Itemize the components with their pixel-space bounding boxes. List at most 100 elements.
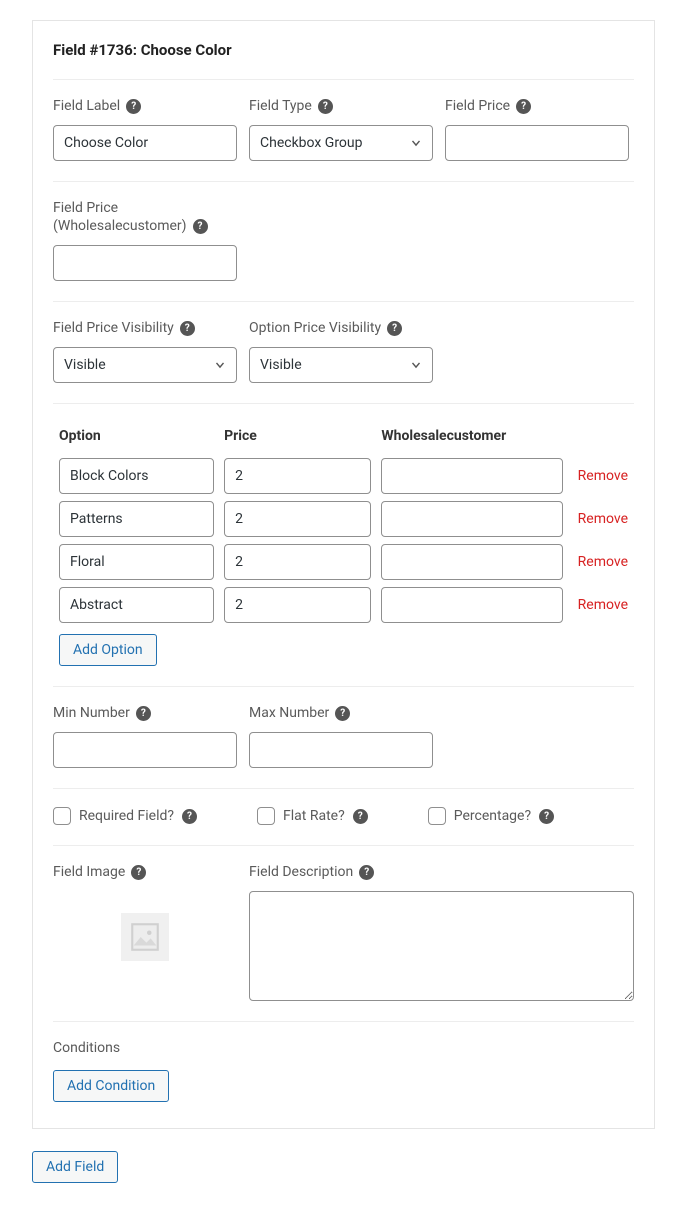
divider bbox=[53, 301, 634, 302]
option-price-input[interactable] bbox=[224, 544, 371, 580]
help-icon[interactable]: ? bbox=[539, 809, 554, 824]
help-icon[interactable]: ? bbox=[516, 99, 531, 114]
option-name-input[interactable] bbox=[59, 501, 214, 537]
option-name-input[interactable] bbox=[59, 458, 214, 494]
options-table: Option Price Wholesalecustomer RemoveRem… bbox=[53, 422, 634, 666]
min-number-group: Min Number ? bbox=[53, 705, 237, 768]
help-icon[interactable]: ? bbox=[193, 219, 208, 234]
option-price-visibility-select[interactable]: Visible bbox=[249, 347, 433, 383]
image-placeholder-icon[interactable] bbox=[121, 913, 169, 961]
field-description-group: Field Description ? bbox=[249, 864, 634, 1001]
max-number-group: Max Number ? bbox=[249, 705, 433, 768]
field-price-visibility-group: Field Price Visibility ? Visible bbox=[53, 320, 237, 383]
required-field-checkbox[interactable] bbox=[53, 807, 71, 825]
options-header-price: Price bbox=[224, 428, 371, 444]
remove-option-link[interactable]: Remove bbox=[573, 468, 628, 484]
help-icon[interactable]: ? bbox=[126, 99, 141, 114]
option-name-input[interactable] bbox=[59, 587, 214, 623]
help-icon[interactable]: ? bbox=[387, 321, 402, 336]
field-price-visibility-label: Field Price Visibility ? bbox=[53, 320, 237, 336]
max-number-input[interactable] bbox=[249, 732, 433, 768]
min-number-label: Min Number ? bbox=[53, 705, 237, 721]
field-description-textarea[interactable] bbox=[249, 891, 634, 1001]
percentage-checkbox[interactable] bbox=[428, 807, 446, 825]
options-header-blank bbox=[573, 428, 628, 444]
option-name-input[interactable] bbox=[59, 544, 214, 580]
option-wholesale-input[interactable] bbox=[381, 501, 563, 537]
help-icon[interactable]: ? bbox=[318, 99, 333, 114]
min-number-input[interactable] bbox=[53, 732, 237, 768]
field-price-visibility-select-wrap: Visible bbox=[53, 347, 237, 383]
field-type-select-wrap: Checkbox Group bbox=[249, 125, 433, 161]
remove-option-link[interactable]: Remove bbox=[573, 511, 628, 527]
option-wholesale-input[interactable] bbox=[381, 458, 563, 494]
option-row: Remove bbox=[59, 544, 628, 580]
options-header-wholesale: Wholesalecustomer bbox=[381, 428, 563, 444]
remove-option-link[interactable]: Remove bbox=[573, 597, 628, 613]
outer-actions: Add Field bbox=[32, 1151, 655, 1183]
option-wholesale-input[interactable] bbox=[381, 544, 563, 580]
row-wholesale-price: Field Price (Wholesalecustomer) ? bbox=[53, 200, 634, 281]
field-price-group: Field Price ? bbox=[445, 98, 629, 161]
field-label-group: Field Label ? bbox=[53, 98, 237, 161]
max-number-label: Max Number ? bbox=[249, 705, 433, 721]
option-price-visibility-select-wrap: Visible bbox=[249, 347, 433, 383]
field-type-select[interactable]: Checkbox Group bbox=[249, 125, 433, 161]
field-price-visibility-select[interactable]: Visible bbox=[53, 347, 237, 383]
option-row: Remove bbox=[59, 587, 628, 623]
remove-option-link[interactable]: Remove bbox=[573, 554, 628, 570]
field-type-group: Field Type ? Checkbox Group bbox=[249, 98, 433, 161]
help-icon[interactable]: ? bbox=[136, 706, 151, 721]
label-text: Field Type bbox=[249, 98, 312, 114]
flat-rate-checkbox[interactable] bbox=[257, 807, 275, 825]
label-text: Option Price Visibility bbox=[249, 320, 381, 336]
divider bbox=[53, 181, 634, 182]
divider bbox=[53, 403, 634, 404]
field-price-input[interactable] bbox=[445, 125, 629, 161]
label-text: Min Number bbox=[53, 705, 130, 721]
help-icon[interactable]: ? bbox=[180, 321, 195, 336]
percentage-check-item: Percentage? ? bbox=[428, 807, 554, 825]
row-basic: Field Label ? Field Type ? Checkbox Grou… bbox=[53, 98, 634, 161]
options-header-option: Option bbox=[59, 428, 214, 444]
divider bbox=[53, 1021, 634, 1022]
option-price-input[interactable] bbox=[224, 458, 371, 494]
add-option-wrap: Add Option bbox=[53, 630, 634, 666]
add-option-button[interactable]: Add Option bbox=[59, 634, 157, 666]
option-price-visibility-group: Option Price Visibility ? Visible bbox=[249, 320, 433, 383]
option-price-visibility-label: Option Price Visibility ? bbox=[249, 320, 433, 336]
field-price-wholesale-input[interactable] bbox=[53, 245, 237, 281]
required-field-check-item: Required Field? ? bbox=[53, 807, 197, 825]
help-icon[interactable]: ? bbox=[353, 809, 368, 824]
help-icon[interactable]: ? bbox=[335, 706, 350, 721]
help-icon[interactable]: ? bbox=[359, 865, 374, 880]
add-field-button[interactable]: Add Field bbox=[32, 1151, 118, 1183]
options-header-row: Option Price Wholesalecustomer bbox=[53, 422, 634, 458]
wholesale-label-line1: Field Price bbox=[53, 200, 237, 216]
label-text: Field Price Visibility bbox=[53, 320, 174, 336]
option-row: Remove bbox=[59, 458, 628, 494]
help-icon[interactable]: ? bbox=[182, 809, 197, 824]
flat-rate-check-item: Flat Rate? ? bbox=[257, 807, 368, 825]
label-text: (Wholesalecustomer) bbox=[53, 218, 187, 234]
conditions-group: Conditions Add Condition bbox=[53, 1040, 634, 1102]
label-text: Field Description bbox=[249, 864, 353, 880]
help-icon[interactable]: ? bbox=[131, 865, 146, 880]
field-label-label: Field Label ? bbox=[53, 98, 237, 114]
label-text: Field Price bbox=[53, 200, 118, 216]
flat-rate-label-text: Flat Rate? bbox=[283, 808, 345, 824]
field-editor-card: Field #1736: Choose Color Field Label ? … bbox=[32, 20, 655, 1129]
field-label-input[interactable] bbox=[53, 125, 237, 161]
field-header-title: Field #1736: Choose Color bbox=[53, 41, 634, 79]
field-description-label: Field Description ? bbox=[249, 864, 634, 880]
row-checkboxes: Required Field? ? Flat Rate? ? Percentag… bbox=[53, 807, 634, 825]
label-text: Max Number bbox=[249, 705, 329, 721]
add-condition-button[interactable]: Add Condition bbox=[53, 1070, 169, 1102]
field-image-label: Field Image ? bbox=[53, 864, 237, 880]
options-body: Remove Remove Remove Remove bbox=[53, 458, 634, 623]
conditions-label: Conditions bbox=[53, 1040, 634, 1056]
option-price-input[interactable] bbox=[224, 501, 371, 537]
field-price-wholesale-group: Field Price (Wholesalecustomer) ? bbox=[53, 200, 237, 281]
option-price-input[interactable] bbox=[224, 587, 371, 623]
option-wholesale-input[interactable] bbox=[381, 587, 563, 623]
